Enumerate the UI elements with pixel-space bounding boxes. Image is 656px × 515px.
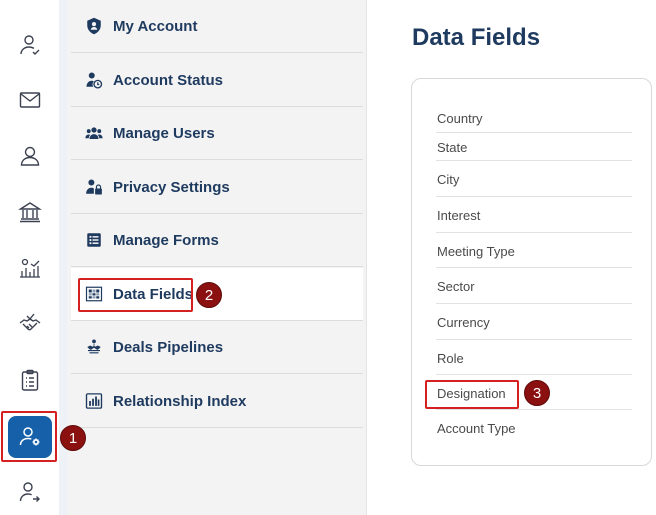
menu-item-label: Manage Users [113, 124, 215, 142]
page: My Account Account Status Manage Users P… [0, 0, 656, 515]
menu-item-label: Privacy Settings [113, 178, 230, 196]
field-label: Role [437, 350, 464, 366]
rail-item-mail[interactable] [7, 80, 53, 120]
callout-badge-one: 1 [60, 425, 86, 451]
page-title: Data Fields [412, 24, 541, 51]
settings-menu: My Account Account Status Manage Users P… [67, 0, 367, 515]
field-item-country[interactable]: Country [436, 105, 632, 133]
field-label: Country [437, 111, 483, 126]
user-share-icon [19, 482, 40, 502]
user-clock-icon [85, 71, 103, 89]
bank-icon [18, 202, 42, 223]
field-item-interest[interactable]: Interest [436, 199, 632, 233]
clipboard-list-icon [21, 369, 39, 391]
person-icon [20, 146, 40, 166]
field-item-role[interactable]: Role [436, 342, 632, 375]
field-label: Designation [437, 385, 506, 401]
menu-item-manage-forms[interactable]: Manage Forms [71, 214, 363, 267]
chart-settings-icon [20, 258, 40, 278]
rail-item-tasks[interactable] [7, 360, 53, 400]
menu-item-deals-pipelines[interactable]: Deals Pipelines [71, 321, 363, 374]
rail-item-contacts[interactable] [7, 25, 53, 65]
field-label: State [437, 140, 468, 155]
handshake-icon [19, 313, 41, 331]
menu-item-my-account[interactable]: My Account [71, 0, 363, 53]
users-icon [85, 124, 103, 142]
data-grid-icon [85, 285, 103, 303]
form-list-icon [85, 231, 103, 249]
menu-item-label: Account Status [113, 71, 224, 89]
data-fields-card: Country State City Interest Meeting Type… [411, 78, 652, 466]
rail-item-deals[interactable] [7, 304, 53, 344]
menu-item-account-status[interactable]: Account Status [71, 54, 363, 107]
user-settings-icon [19, 427, 40, 446]
field-item-account-type[interactable]: Account Type [436, 412, 632, 445]
field-item-sector[interactable]: Sector [436, 270, 632, 304]
pipeline-icon [85, 338, 103, 356]
field-item-currency[interactable]: Currency [436, 306, 632, 340]
rail-item-share[interactable] [7, 472, 53, 512]
field-label: City [437, 172, 460, 187]
callout-badge-two: 2 [196, 282, 222, 308]
field-label: Account Type [437, 421, 516, 436]
user-check-icon [20, 35, 40, 55]
menu-item-label: Relationship Index [113, 392, 247, 410]
callout-badge-three: 3 [524, 380, 550, 406]
menu-item-label: Manage Forms [113, 231, 219, 249]
field-item-meeting-type[interactable]: Meeting Type [436, 235, 632, 268]
rail-item-profile[interactable] [7, 136, 53, 176]
bar-chart-icon [85, 392, 103, 410]
menu-item-relationship-index[interactable]: Relationship Index [71, 375, 363, 428]
menu-item-privacy-settings[interactable]: Privacy Settings [71, 161, 363, 214]
menu-item-label: My Account [113, 17, 198, 35]
rail-item-bank[interactable] [7, 192, 53, 232]
menu-item-manage-users[interactable]: Manage Users [71, 107, 363, 160]
rail-item-analytics[interactable] [7, 248, 53, 288]
field-item-state[interactable]: State [436, 135, 632, 161]
field-item-city[interactable]: City [436, 163, 632, 197]
menu-item-label: Deals Pipelines [113, 338, 224, 356]
icon-rail [0, 0, 60, 515]
field-label: Meeting Type [437, 243, 515, 259]
field-label: Sector [437, 279, 475, 294]
user-lock-icon [85, 178, 103, 196]
shield-user-icon [85, 17, 103, 35]
field-label: Currency [437, 315, 490, 330]
field-label: Interest [437, 208, 481, 223]
menu-item-label: Data Fields [113, 285, 194, 303]
mail-icon [19, 92, 41, 108]
rail-item-settings[interactable] [8, 416, 52, 458]
